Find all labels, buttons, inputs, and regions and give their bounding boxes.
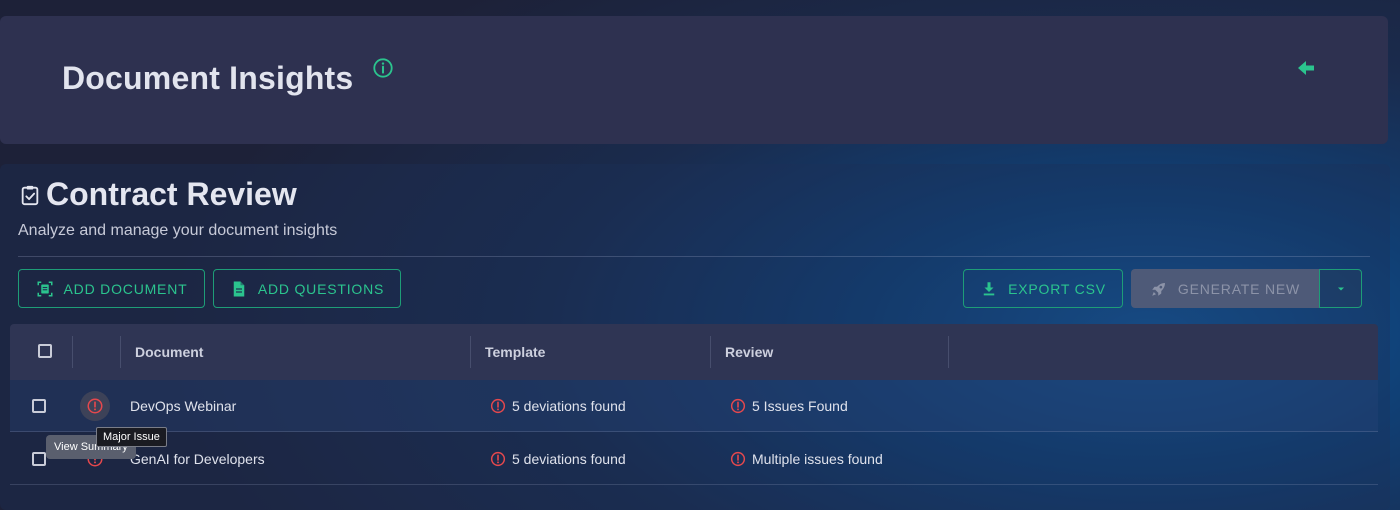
rocket-icon — [1152, 282, 1165, 296]
divider — [18, 256, 1370, 257]
select-all-checkbox[interactable] — [38, 344, 52, 358]
add-document-label: ADD DOCUMENT — [63, 280, 188, 297]
template-status[interactable]: 5 deviations found — [490, 433, 626, 485]
documents-table: Document Template Review DevOps Webinar … — [10, 324, 1378, 486]
alert-circle-icon — [87, 398, 103, 414]
template-status-text: 5 deviations found — [512, 451, 626, 467]
page-title: Document Insights — [62, 60, 354, 96]
generate-new-label: GENERATE NEW — [1177, 280, 1301, 297]
add-questions-label: ADD QUESTIONS — [257, 280, 385, 297]
column-header-review[interactable]: Review — [725, 324, 773, 380]
add-questions-button[interactable]: ADD QUESTIONS — [213, 269, 401, 308]
download-icon — [983, 281, 995, 295]
row-checkbox[interactable] — [32, 399, 46, 413]
major-issue-tooltip: Major Issue — [96, 427, 167, 447]
export-csv-button[interactable]: EXPORT CSV — [963, 269, 1123, 308]
template-status-text: 5 deviations found — [512, 398, 626, 414]
review-status-text: 5 Issues Found — [752, 398, 848, 414]
major-issue-status[interactable] — [80, 391, 110, 421]
alert-circle-icon — [490, 451, 506, 467]
column-separator — [120, 336, 121, 368]
section-title: Contract Review — [46, 176, 297, 212]
row-checkbox[interactable] — [32, 452, 46, 466]
alert-circle-icon — [490, 398, 506, 414]
column-separator — [710, 336, 711, 368]
generate-new-button[interactable]: GENERATE NEW — [1131, 269, 1319, 308]
column-separator — [470, 336, 471, 368]
export-csv-label: EXPORT CSV — [1008, 280, 1106, 297]
review-status[interactable]: Multiple issues found — [730, 433, 883, 485]
review-status-text: Multiple issues found — [752, 451, 883, 467]
review-status[interactable]: 5 Issues Found — [730, 380, 848, 432]
document-name[interactable]: DevOps Webinar — [130, 380, 236, 432]
generate-options-dropdown[interactable] — [1319, 269, 1362, 308]
arrow-left-icon[interactable] — [1296, 58, 1316, 78]
info-circle-icon[interactable] — [372, 57, 394, 79]
column-separator — [948, 336, 949, 368]
table-row[interactable]: GenAI for Developers 5 deviations found … — [10, 433, 1378, 485]
add-document-button[interactable]: ADD DOCUMENT — [18, 269, 205, 308]
alert-circle-icon — [730, 398, 746, 414]
clipboard-check-icon — [19, 184, 41, 206]
caret-down-icon — [1337, 287, 1344, 290]
column-header-document[interactable]: Document — [135, 324, 203, 380]
column-header-template[interactable]: Template — [485, 324, 545, 380]
template-status[interactable]: 5 deviations found — [490, 380, 626, 432]
document-scan-icon — [37, 281, 53, 296]
column-separator — [72, 336, 73, 368]
document-icon — [233, 281, 245, 296]
table-row[interactable]: DevOps Webinar 5 deviations found 5 Issu… — [10, 380, 1378, 432]
table-header: Document Template Review — [10, 324, 1378, 380]
section-subtitle: Analyze and manage your document insight… — [18, 222, 338, 239]
alert-circle-icon — [730, 451, 746, 467]
